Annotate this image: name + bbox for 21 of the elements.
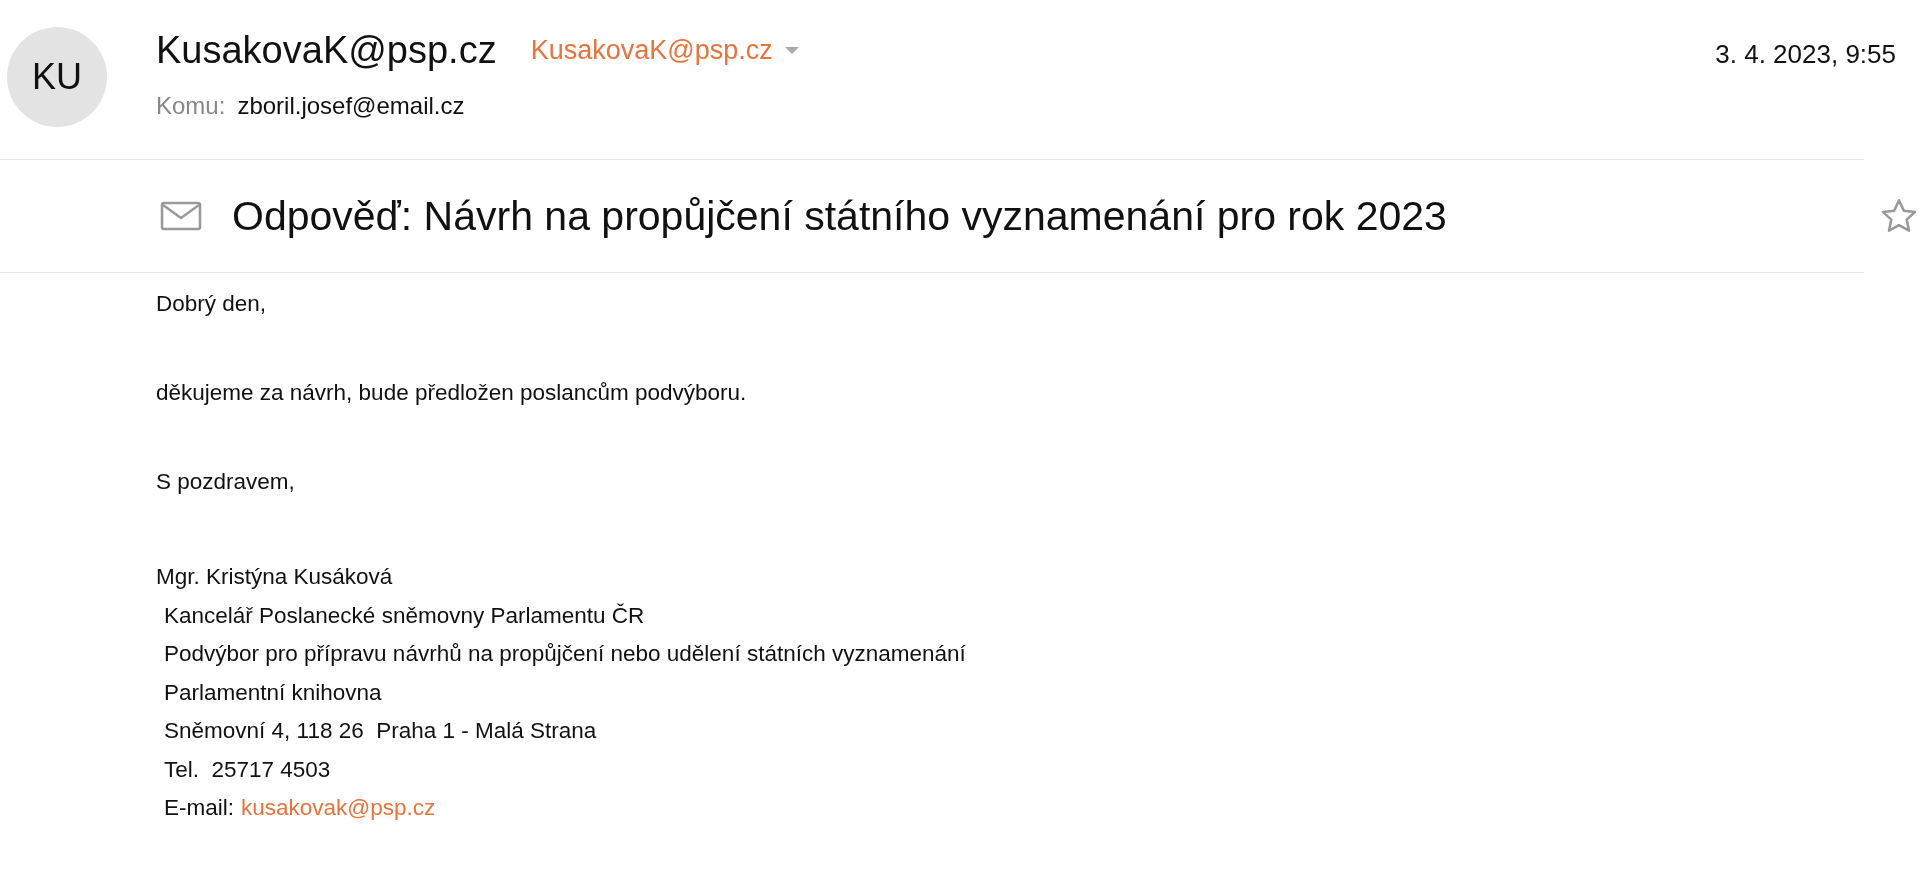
signature-line: Podvýbor pro přípravu návrhů na propůjčení nebo udělení státních vyznamenání — [163, 640, 967, 668]
envelope-icon — [160, 201, 202, 231]
email-subject: Odpověď: Návrh na propůjčení státního vyznamenání pro rok 2023 — [232, 192, 1448, 240]
date: 3. 4. 2023, 9:55 — [1715, 39, 1896, 70]
email-link[interactable]: kusakovak@psp.cz — [241, 789, 436, 828]
avatar: KU — [7, 27, 107, 127]
recipient-address: zboril.josef@email.cz — [237, 92, 465, 120]
body-paragraph: Dobrý den, — [156, 291, 268, 317]
signature-line: Kancelář Poslanecké sněmovny Parlamentu ČR — [163, 601, 646, 630]
star-icon[interactable] — [1880, 198, 1918, 234]
to-label: Komu: — [156, 92, 226, 120]
signature-line: Sněmovní 4, 118 26 Praha 1 - Malá Strana — [163, 717, 598, 745]
sender-address[interactable]: KusakovaK@psp.cz — [530, 35, 773, 66]
signature-line: Parlamentní knihovna — [163, 678, 383, 707]
email-label: E-mail: — [164, 794, 234, 822]
caret-icon[interactable] — [784, 46, 799, 55]
signature-name: Mgr. Kristýna Kusáková — [156, 563, 394, 591]
body-paragraph: S pozdravem, — [156, 469, 296, 495]
body-paragraph: děkujeme za návrh, bude předložen poslancům podvýboru. — [156, 380, 748, 406]
sender-name: KusakovaK@psp.cz — [156, 29, 497, 72]
signature-line: Tel. 25717 4503 — [163, 755, 332, 784]
